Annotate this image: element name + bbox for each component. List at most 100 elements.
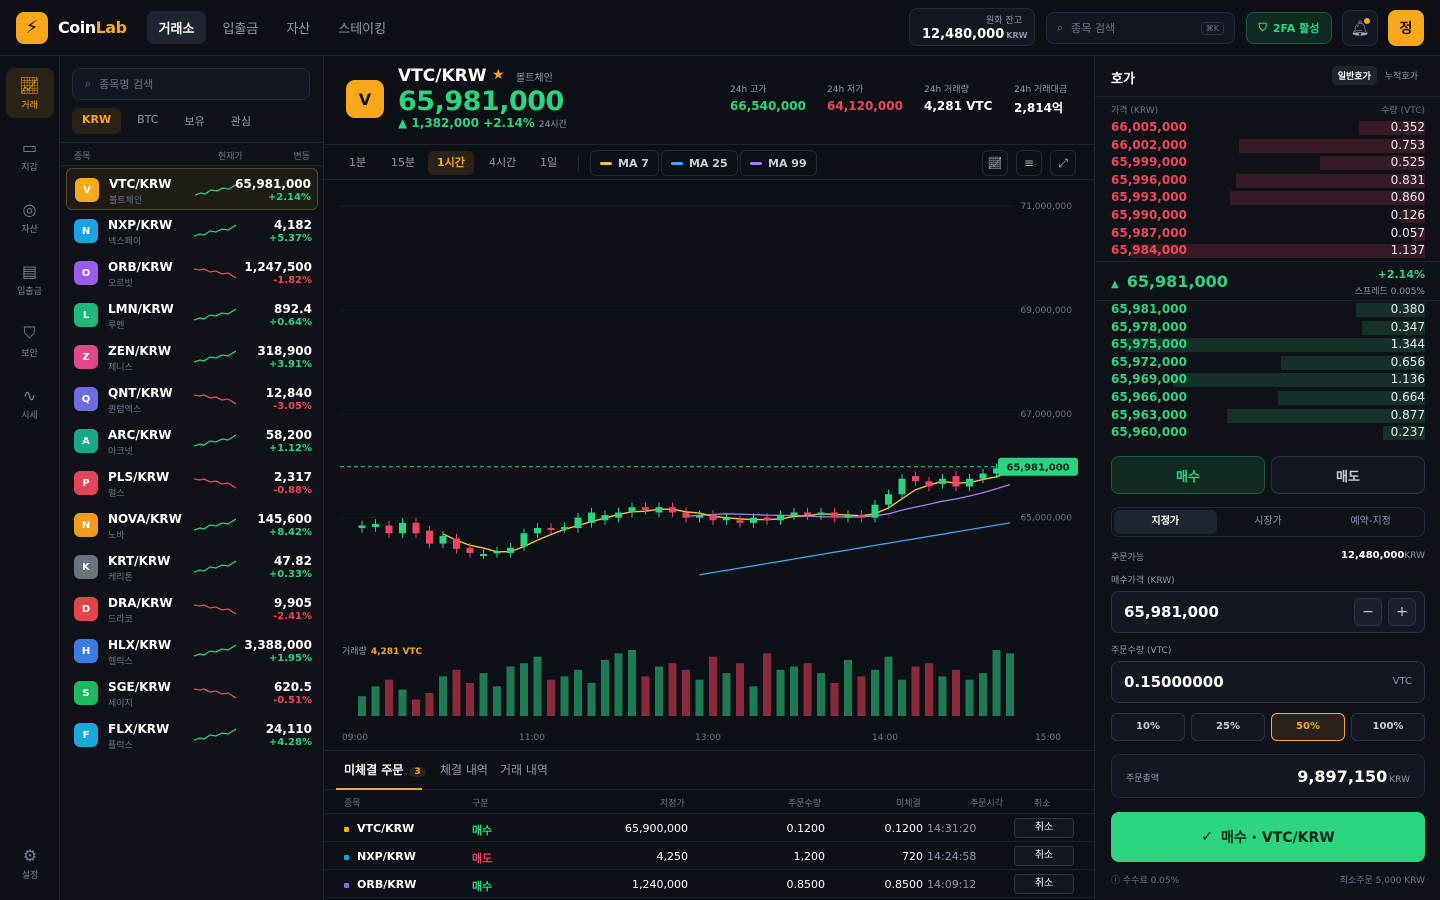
market-row-pls[interactable]: P PLS/KRW 펄스 2,317 -0.88%	[66, 462, 318, 504]
global-search-input[interactable]: ⌕ 종목 검색 ⌘K	[1046, 12, 1235, 44]
market-row-flx[interactable]: F FLX/KRW 플럭스 24,110 +4.28%	[66, 714, 318, 756]
sell-tab[interactable]: 매도	[1271, 456, 1425, 494]
percent-1[interactable]: 25%	[1191, 713, 1265, 741]
bid-row[interactable]: 65,981,000 0.380	[1095, 301, 1440, 319]
nav-staking[interactable]: 스테이킹	[326, 11, 398, 44]
candle-body	[736, 520, 744, 523]
favorite-star-icon[interactable]: ★	[492, 67, 505, 83]
market-name: 아크넷	[108, 447, 133, 457]
bid-row[interactable]: 65,978,000 0.347	[1095, 319, 1440, 337]
order-qty: 1,200	[793, 850, 826, 863]
market-row-dra[interactable]: D DRA/KRW 드라코 9,905 -2.41%	[66, 588, 318, 630]
quantity-input[interactable]: 0.15000000 VTC	[1111, 661, 1425, 703]
tab-krw[interactable]: KRW	[72, 108, 122, 134]
coin-logo: Z	[74, 345, 98, 369]
brand-name[interactable]: CoinLab	[58, 18, 127, 37]
price-decrement-button[interactable]: −	[1354, 598, 1382, 626]
type-market[interactable]: 시장가	[1217, 510, 1320, 534]
price-increment-button[interactable]: +	[1388, 598, 1416, 626]
ask-row[interactable]: 65,984,000 1.137	[1095, 242, 1440, 260]
bid-row[interactable]: 65,960,000 0.237	[1095, 424, 1440, 442]
volume-bar	[871, 669, 879, 716]
bid-row[interactable]: 65,972,000 0.656	[1095, 354, 1440, 372]
bid-row[interactable]: 65,969,000 1.136	[1095, 371, 1440, 389]
ask-row[interactable]: 66,002,000 0.753	[1095, 137, 1440, 155]
nav-deposit-withdraw[interactable]: 입출금	[210, 11, 270, 44]
market-row-vtc[interactable]: V VTC/KRW 볼트체인 65,981,000 +2.14%	[66, 168, 318, 210]
bid-row[interactable]: 65,966,000 0.664	[1095, 389, 1440, 407]
bid-row[interactable]: 65,963,000 0.877	[1095, 407, 1440, 425]
market-row-qnt[interactable]: Q QNT/KRW 퀀텀엑스 12,840 -3.05%	[66, 378, 318, 420]
market-row-krt[interactable]: K KRT/KRW 케리톤 47.82 +0.33%	[66, 546, 318, 588]
market-row-nova[interactable]: N NOVA/KRW 노바 145,600 +8.42%	[66, 504, 318, 546]
indicator-button[interactable]: 📈︎	[982, 150, 1008, 176]
market-row-zen[interactable]: Z ZEN/KRW 제니스 318,900 +3.91%	[66, 336, 318, 378]
type-stop-limit[interactable]: 예약-지정	[1319, 510, 1422, 534]
buy-tab[interactable]: 매수	[1111, 456, 1265, 494]
market-row-sge[interactable]: S SGE/KRW 세이지 620.5 -0.51%	[66, 672, 318, 714]
gear-icon: ⚙	[22, 845, 38, 865]
chart-toolbar: 1분 15분 1시간 4시간 1일 MA 7 MA 25 MA 99 📈︎ ≡ ⤢	[324, 144, 1094, 180]
user-avatar[interactable]: 정	[1388, 10, 1424, 46]
tab-open-orders[interactable]: 미체결 주문 3	[344, 761, 426, 778]
market-row-lmn[interactable]: L LMN/KRW 루멘 892.4 +0.64%	[66, 294, 318, 336]
timeframe-3[interactable]: 4시간	[480, 151, 525, 175]
mode-cumulative[interactable]: 누적호가	[1379, 66, 1424, 85]
price-chart[interactable]: 71,000,000 69,000,000 67,000,000 65,000,000…	[324, 180, 1094, 750]
rail-wallet[interactable]: ▭ 지갑	[6, 130, 54, 180]
tab-trade-history[interactable]: 거래 내역	[500, 761, 548, 778]
timeframe-2[interactable]: 1시간	[428, 151, 474, 175]
timeframe-1[interactable]: 15분	[382, 151, 424, 175]
ask-row[interactable]: 65,993,000 0.860	[1095, 189, 1440, 207]
cancel-order-button[interactable]: 취소	[1014, 874, 1074, 894]
fullscreen-button[interactable]: ⤢	[1050, 150, 1076, 176]
rail-market[interactable]: ∿ 시세	[6, 378, 54, 428]
market-row-hlx[interactable]: H HLX/KRW 헬릭스 3,388,000 +1.95%	[66, 630, 318, 672]
market-row-arc[interactable]: A ARC/KRW 아크넷 58,200 +1.12%	[66, 420, 318, 462]
market-row-nxp[interactable]: N NXP/KRW 넥스페이 4,182 +5.37%	[66, 210, 318, 252]
ask-row[interactable]: 65,987,000 0.057	[1095, 225, 1440, 243]
market-name: 케리톤	[108, 573, 133, 583]
tab-filled-orders[interactable]: 체결 내역	[440, 761, 488, 778]
timeframe-0[interactable]: 1분	[340, 151, 375, 175]
sparkline	[194, 394, 236, 405]
tab-holdings[interactable]: 보유	[174, 108, 214, 134]
mode-normal[interactable]: 일반호가	[1331, 66, 1377, 85]
nav-exchange[interactable]: 거래소	[146, 11, 207, 44]
ask-row[interactable]: 65,999,000 0.525	[1095, 154, 1440, 172]
nav-assets[interactable]: 자산	[274, 11, 322, 44]
submit-buy-button[interactable]: ✓ 매수 · VTC/KRW	[1111, 812, 1425, 862]
ask-row[interactable]: 65,996,000 0.831	[1095, 172, 1440, 190]
percent-0[interactable]: 10%	[1111, 713, 1185, 741]
volume-bar	[722, 673, 731, 716]
tab-btc[interactable]: BTC	[127, 108, 168, 134]
rail-trade[interactable]: 📈︎ 거래	[5, 68, 54, 118]
type-limit[interactable]: 지정가	[1114, 510, 1217, 534]
orderbook-price: 65,969,000	[1111, 372, 1187, 387]
cancel-order-button[interactable]: 취소	[1014, 818, 1074, 838]
ma-toggle-1[interactable]: MA 25	[661, 150, 738, 176]
ma-toggle-0[interactable]: MA 7	[590, 150, 659, 176]
price-input[interactable]: 65,981,000 − +	[1111, 591, 1425, 633]
cancel-order-button[interactable]: 취소	[1014, 846, 1074, 866]
rail-assets[interactable]: ◎ 자산	[6, 192, 54, 242]
ma-toggle-2[interactable]: MA 99	[740, 150, 817, 176]
market-search-input[interactable]: ⌕ 종목명 검색	[72, 68, 310, 100]
bid-row[interactable]: 65,975,000 1.344	[1095, 336, 1440, 354]
percent-3[interactable]: 100%	[1351, 713, 1425, 741]
settings-list-button[interactable]: ≡	[1016, 150, 1042, 176]
rail-deposit[interactable]: ▤ 입출금	[6, 254, 54, 304]
ask-row[interactable]: 65,990,000 0.126	[1095, 207, 1440, 225]
2fa-status-button[interactable]: ⛉ 2FA 활성	[1246, 12, 1332, 44]
volume-bar	[763, 653, 771, 716]
search-icon: ⌕	[1057, 21, 1064, 34]
candle-body	[493, 551, 501, 554]
tab-favorites[interactable]: 관심	[221, 108, 261, 134]
notifications-button[interactable]: 🔔︎	[1342, 10, 1378, 46]
market-row-orb[interactable]: O ORB/KRW 오르빗 1,247,500 -1.82%	[66, 252, 318, 294]
rail-settings[interactable]: ⚙ 설정	[6, 838, 54, 888]
ask-row[interactable]: 66,005,000 0.352	[1095, 119, 1440, 137]
rail-security[interactable]: ⛉ 보안	[6, 316, 54, 366]
timeframe-4[interactable]: 1일	[531, 151, 566, 175]
percent-2[interactable]: 50%	[1271, 713, 1345, 741]
